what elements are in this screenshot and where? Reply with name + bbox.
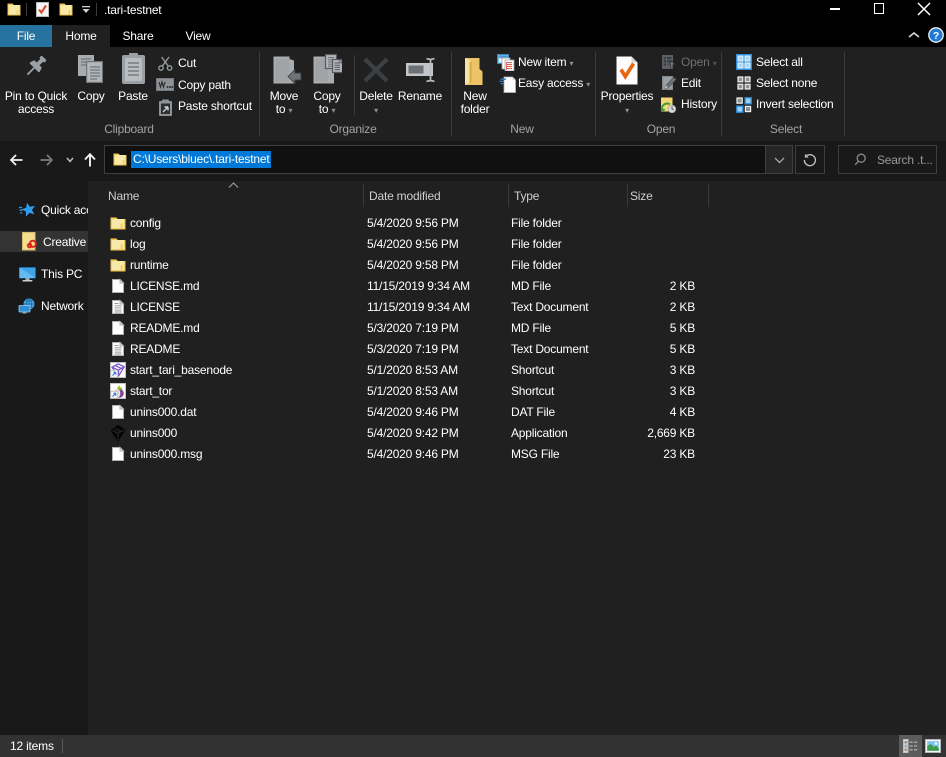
svg-text:?: ?: [933, 30, 939, 42]
